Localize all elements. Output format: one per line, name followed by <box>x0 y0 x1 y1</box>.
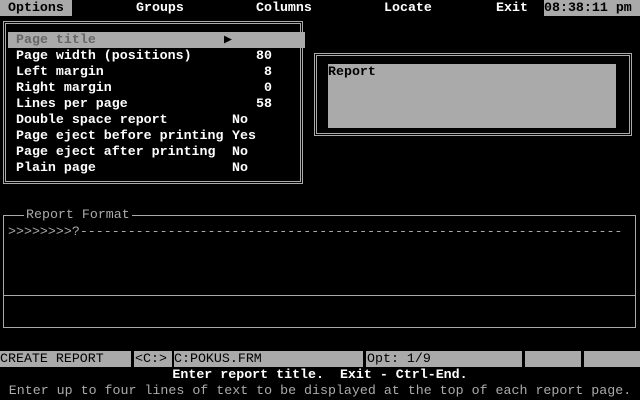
option-label: Right margin <box>16 80 112 95</box>
option-eject-before[interactable]: Page eject before printing Yes <box>16 128 297 144</box>
report-format-divider <box>4 295 635 296</box>
menu-options[interactable]: Options <box>0 0 72 16</box>
status-option: Opt: 1/9 <box>367 351 521 367</box>
option-eject-after[interactable]: Page eject after printing No <box>16 144 297 160</box>
option-page-title[interactable]: Page title ▶ <box>8 32 305 48</box>
option-right-margin[interactable]: Right margin 0 <box>16 80 297 96</box>
page-title-input[interactable]: Report <box>328 64 616 128</box>
status-blank-1 <box>526 351 580 367</box>
menu-groups[interactable]: Groups <box>136 0 184 16</box>
option-label: Page eject before printing <box>16 128 224 143</box>
option-value: No <box>232 112 248 127</box>
menu-columns[interactable]: Columns <box>256 0 312 16</box>
clock: 08:38:11 pm <box>544 0 640 16</box>
report-format-line: >>>>>>>>?-------------------------------… <box>8 224 623 239</box>
menu-locate[interactable]: Locate <box>384 0 432 16</box>
page-title-text: Report <box>328 64 376 79</box>
option-label: Page eject after printing <box>16 144 216 159</box>
prompt-message: Enter report title. Exit - Ctrl-End. <box>172 367 468 382</box>
option-label: Page width (positions) <box>16 48 192 63</box>
report-format-title: Report Format <box>24 207 132 223</box>
option-page-width[interactable]: Page width (positions) 80 <box>16 48 297 64</box>
option-label: Left margin <box>16 64 104 79</box>
status-drive: <C:> <box>135 351 171 367</box>
submenu-arrow-icon: ▶ <box>224 32 233 47</box>
option-value: No <box>232 160 248 175</box>
menu-exit[interactable]: Exit <box>496 0 528 16</box>
option-value: 58 <box>256 96 272 111</box>
option-value: No <box>232 144 248 159</box>
status-file: C:POKUS.FRM <box>174 351 362 367</box>
option-value: 0 <box>264 80 272 95</box>
option-value: 80 <box>256 48 272 63</box>
option-left-margin[interactable]: Left margin 8 <box>16 64 297 80</box>
status-mode: CREATE REPORT <box>0 351 130 367</box>
option-double-space[interactable]: Double space report No <box>16 112 297 128</box>
option-value: Yes <box>232 128 256 143</box>
option-label: Page title <box>16 32 96 47</box>
status-blank-2 <box>585 351 640 367</box>
option-label: Double space report <box>16 112 168 127</box>
option-lines-per-page[interactable]: Lines per page 58 <box>16 96 297 112</box>
option-label: Plain page <box>16 160 96 175</box>
option-value: 8 <box>264 64 272 79</box>
option-label: Lines per page <box>16 96 128 111</box>
help-message: Enter up to four lines of text to be dis… <box>8 383 632 398</box>
option-plain-page[interactable]: Plain page No <box>16 160 297 176</box>
